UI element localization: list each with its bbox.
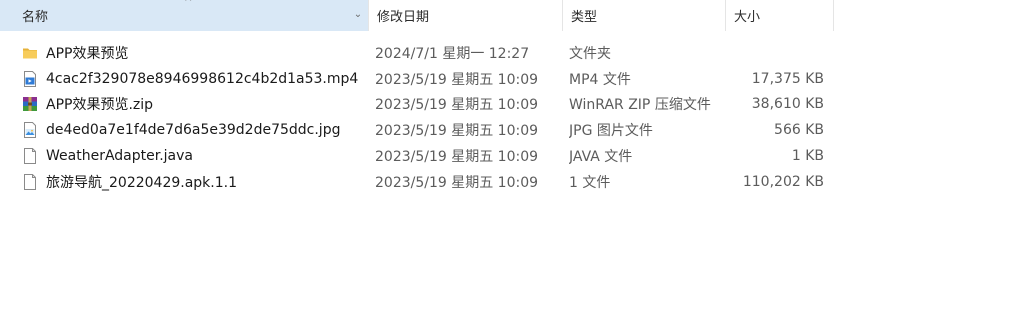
file-name: APP效果预览 <box>46 45 129 62</box>
image-file-icon <box>22 122 38 139</box>
column-header-date-label: 修改日期 <box>377 10 430 25</box>
file-date: 2023/5/19 星期五 10:09 <box>375 174 539 191</box>
column-header-type[interactable]: 类型 <box>563 0 726 31</box>
file-name: 旅游导航_20220429.apk.1.1 <box>46 174 237 191</box>
file-type: JAVA 文件 <box>569 149 633 166</box>
file-date: 2023/5/19 星期五 10:09 <box>375 149 539 166</box>
file-name: WeatherAdapter.java <box>46 148 193 165</box>
file-name: APP效果预览.zip <box>46 97 154 114</box>
blank-file-icon <box>22 173 38 190</box>
column-header-size[interactable]: 大小 <box>726 0 834 31</box>
file-size: 17,375 KB <box>751 70 824 87</box>
video-file-icon <box>22 70 38 87</box>
column-header-date[interactable]: 修改日期 <box>369 0 563 31</box>
column-header-size-label: 大小 <box>734 10 761 25</box>
blank-file-icon <box>22 148 38 165</box>
chevron-down-icon[interactable]: ⌄ <box>352 9 364 21</box>
file-type: 1 文件 <box>569 174 611 191</box>
file-row[interactable]: 旅游导航_20220429.apk.1.1 2023/5/19 星期五 10:0… <box>0 169 834 195</box>
file-row[interactable]: WeatherAdapter.java 2023/5/19 星期五 10:09 … <box>0 143 834 169</box>
file-size: 110,202 KB <box>742 173 824 190</box>
file-size: 38,610 KB <box>751 96 824 113</box>
file-list: APP效果预览 2024/7/1 星期一 12:27 文件夹 4cac2f329… <box>0 40 834 195</box>
sort-ascending-icon: ^ <box>184 0 193 8</box>
file-type: WinRAR ZIP 压缩文件 <box>569 97 711 114</box>
file-name: de4ed0a7e1f4de7d6a5e39d2de75ddc.jpg <box>46 122 341 139</box>
file-date: 2024/7/1 星期一 12:27 <box>375 45 530 62</box>
file-date: 2023/5/19 星期五 10:09 <box>375 123 539 140</box>
file-row[interactable]: APP效果预览.zip 2023/5/19 星期五 10:09 WinRAR Z… <box>0 92 834 118</box>
file-size: 1 KB <box>791 148 824 165</box>
file-size: 566 KB <box>774 122 824 139</box>
file-row[interactable]: APP效果预览 2024/7/1 星期一 12:27 文件夹 <box>0 40 834 66</box>
file-date: 2023/5/19 星期五 10:09 <box>375 97 539 114</box>
file-date: 2023/5/19 星期五 10:09 <box>375 71 539 88</box>
folder-icon <box>22 45 38 61</box>
file-explorer-details-view: ^ 名称 ⌄ 修改日期 类型 大小 APP效果预览 2024/7/1 星期一 1… <box>0 0 1024 311</box>
column-header-name-label: 名称 <box>22 10 49 25</box>
column-header-name[interactable]: ^ 名称 ⌄ <box>0 0 369 31</box>
column-header-type-label: 类型 <box>571 10 598 25</box>
file-type: JPG 图片文件 <box>569 123 653 140</box>
winrar-archive-icon <box>22 96 38 112</box>
column-header-row: ^ 名称 ⌄ 修改日期 类型 大小 <box>0 0 834 31</box>
file-row[interactable]: de4ed0a7e1f4de7d6a5e39d2de75ddc.jpg 2023… <box>0 117 834 143</box>
file-type: MP4 文件 <box>569 71 631 88</box>
file-name: 4cac2f329078e8946998612c4b2d1a53.mp4 <box>46 70 359 87</box>
file-row[interactable]: 4cac2f329078e8946998612c4b2d1a53.mp4 202… <box>0 66 834 92</box>
file-type: 文件夹 <box>569 45 611 62</box>
